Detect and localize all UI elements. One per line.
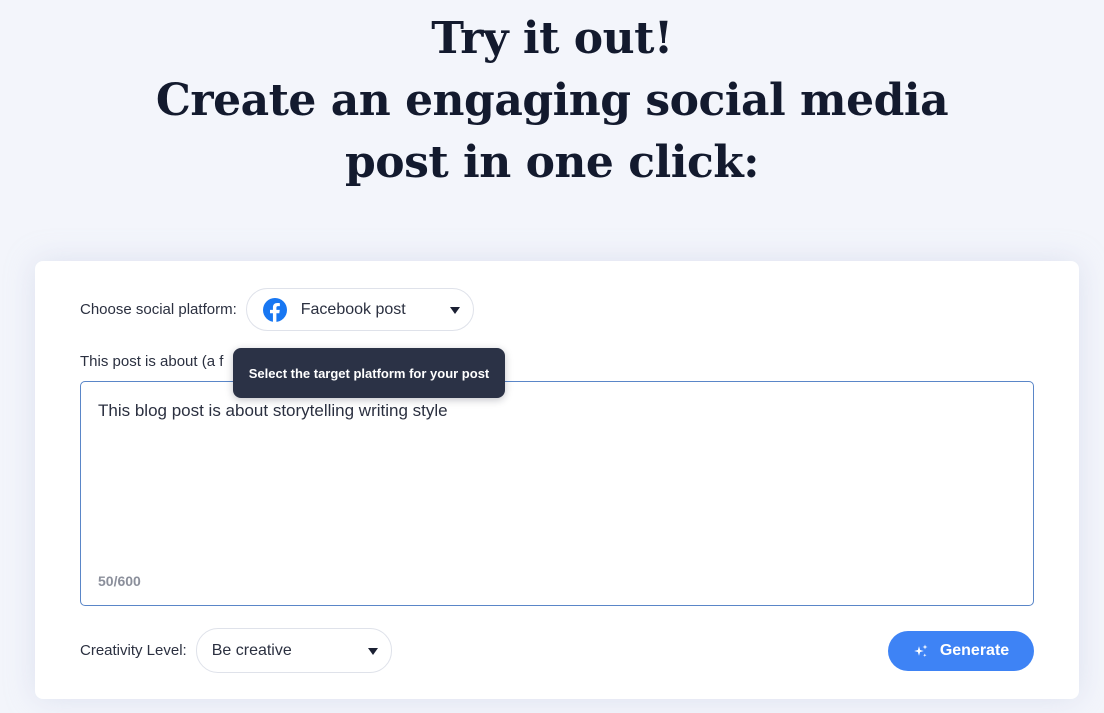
post-topic-textarea[interactable]: This blog post is about storytelling wri…	[80, 381, 1034, 606]
creativity-select[interactable]: Be creative	[195, 628, 392, 673]
page-headline: Try it out! Create an engaging social me…	[0, 8, 1104, 194]
generator-card: Choose social platform: Facebook post Th…	[35, 261, 1079, 699]
generate-button[interactable]: Generate	[888, 631, 1034, 671]
post-about-label: This post is about (a f	[80, 353, 224, 370]
sparkle-icon	[913, 643, 929, 659]
char-counter: 50/600	[98, 573, 141, 589]
platform-label: Choose social platform:	[80, 301, 237, 318]
post-topic-text: This blog post is about storytelling wri…	[98, 401, 448, 420]
platform-tooltip: Select the target platform for your post	[233, 348, 505, 398]
platform-row: Choose social platform: Facebook post	[80, 288, 474, 331]
tooltip-text: Select the target platform for your post	[248, 365, 490, 381]
chevron-down-icon	[449, 306, 460, 314]
page: Try it out! Create an engaging social me…	[0, 0, 1104, 713]
creativity-select-value: Be creative	[211, 641, 292, 659]
creativity-label: Creativity Level:	[80, 642, 187, 659]
headline-line-1: Try it out!	[431, 13, 673, 64]
creativity-row: Creativity Level: Be creative	[80, 628, 392, 673]
generate-button-label: Generate	[939, 642, 1010, 659]
facebook-icon	[262, 297, 287, 322]
headline-line-2: Create an engaging social media	[155, 75, 949, 126]
platform-select-value: Facebook post	[300, 300, 406, 318]
platform-select[interactable]: Facebook post	[245, 288, 474, 331]
chevron-down-icon	[367, 647, 378, 655]
headline-line-3: post in one click:	[345, 137, 759, 188]
